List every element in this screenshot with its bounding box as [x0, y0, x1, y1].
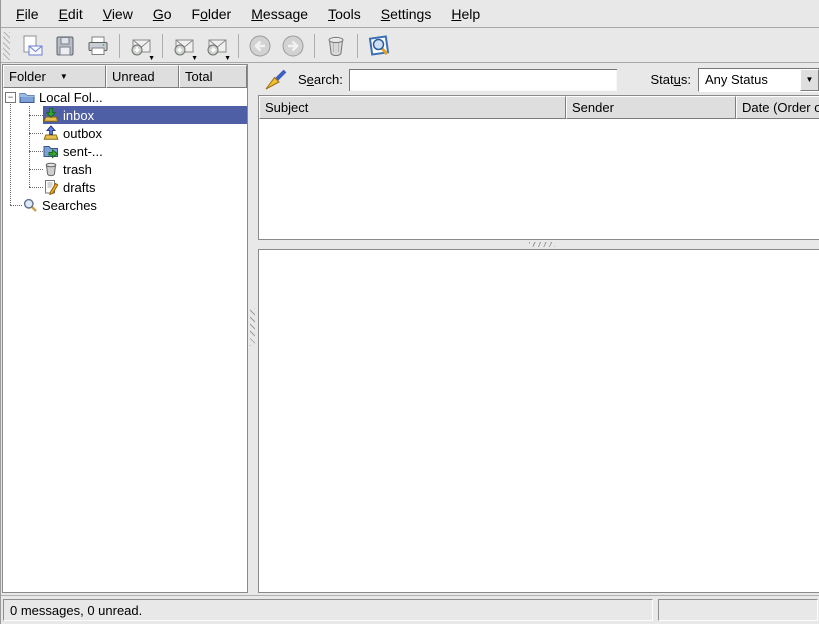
back-icon: [247, 33, 273, 59]
column-label: Sender: [572, 100, 614, 115]
menu-bar: File Edit View Go Folder Message Tools S…: [1, 0, 819, 28]
folder-column-header-folder[interactable]: Folder ▼: [3, 65, 106, 88]
folder-column-header-total[interactable]: Total: [179, 65, 247, 88]
column-label: Unread: [112, 69, 155, 84]
folder-label: Searches: [42, 198, 97, 213]
check-mail-button[interactable]: ▼: [126, 31, 156, 61]
message-preview-pane[interactable]: [258, 249, 819, 593]
folder-label: drafts: [63, 180, 96, 195]
trash-button[interactable]: [321, 31, 351, 61]
trash-icon: [43, 161, 59, 177]
toolbar-separator: [119, 34, 120, 58]
tree-item-sent[interactable]: sent-...: [3, 142, 247, 160]
column-header-date[interactable]: Date (Order of Arrival): [736, 96, 819, 119]
status-extra-panel: [658, 599, 818, 621]
toolbar-separator: [162, 34, 163, 58]
column-label: Date (Order of Arrival): [742, 100, 819, 115]
menu-go[interactable]: Go: [144, 2, 181, 26]
menu-message[interactable]: Message: [242, 2, 317, 26]
folder-column-headers: Folder ▼ Unread Total: [3, 65, 247, 88]
folder-pane: Folder ▼ Unread Total −: [2, 64, 248, 593]
folder-label: inbox: [63, 108, 94, 123]
forward-message-button[interactable]: ▼: [202, 31, 232, 61]
menu-tools[interactable]: Tools: [319, 2, 370, 26]
menu-help[interactable]: Help: [442, 2, 489, 26]
status-dropdown-value: Any Status: [699, 69, 800, 91]
print-button[interactable]: [83, 31, 113, 61]
chevron-down-icon: ▼: [148, 55, 155, 62]
search-icon: [22, 197, 38, 213]
column-label: Folder: [9, 69, 46, 84]
save-icon: [53, 34, 77, 58]
search-input[interactable]: [349, 69, 617, 91]
tree-item-inbox[interactable]: inbox: [3, 106, 247, 124]
folder-tree: − Local Fol... inbox: [3, 88, 247, 592]
trash-icon: [324, 34, 348, 58]
clear-search-button[interactable]: [258, 68, 292, 92]
search-label: Search:: [298, 72, 343, 87]
folder-column-header-unread[interactable]: Unread: [106, 65, 179, 88]
splitter-grip: [529, 242, 555, 247]
folder-label: trash: [63, 162, 92, 177]
chevron-down-icon: ▼: [191, 55, 198, 62]
outbox-icon: [43, 125, 59, 141]
vertical-splitter[interactable]: [248, 64, 258, 593]
forward-nav-button[interactable]: [278, 31, 308, 61]
folder-label: Local Fol...: [39, 90, 103, 105]
new-message-button[interactable]: [17, 31, 47, 61]
tree-item-drafts[interactable]: drafts: [3, 178, 247, 196]
collapse-expander-icon[interactable]: −: [5, 92, 16, 103]
sort-arrow-icon: ▼: [60, 72, 68, 81]
toolbar-separator: [314, 34, 315, 58]
save-button[interactable]: [50, 31, 80, 61]
splitter-grip: [250, 308, 255, 346]
menu-file[interactable]: File: [7, 2, 48, 26]
main-toolbar: ▼ ▼ ▼: [1, 29, 819, 63]
new-message-icon: [20, 34, 44, 58]
toolbar-separator: [238, 34, 239, 58]
quick-search-bar: Search: Status: Any Status ▼: [258, 64, 819, 95]
status-message-panel: 0 messages, 0 unread.: [3, 599, 653, 621]
folder-label: sent-...: [63, 144, 103, 159]
column-header-sender[interactable]: Sender: [566, 96, 736, 119]
print-icon: [86, 34, 110, 58]
message-column-headers: Subject Sender Date (Order of Arrival): [259, 96, 819, 119]
chevron-down-icon: ▼: [224, 55, 231, 62]
find-messages-button[interactable]: [364, 31, 394, 61]
message-list-body[interactable]: [259, 119, 819, 239]
menu-edit[interactable]: Edit: [50, 2, 92, 26]
column-header-subject[interactable]: Subject: [259, 96, 566, 119]
tree-item-searches[interactable]: Searches: [3, 196, 247, 214]
reply-button[interactable]: ▼: [169, 31, 199, 61]
menu-settings[interactable]: Settings: [372, 2, 441, 26]
sent-icon: [43, 143, 59, 159]
message-list[interactable]: Subject Sender Date (Order of Arrival): [258, 95, 819, 240]
chevron-down-icon[interactable]: ▼: [800, 69, 819, 91]
status-dropdown[interactable]: Any Status ▼: [698, 68, 819, 92]
inbox-icon: [43, 107, 59, 123]
menu-view[interactable]: View: [94, 2, 142, 26]
toolbar-separator: [357, 34, 358, 58]
tree-item-outbox[interactable]: outbox: [3, 124, 247, 142]
drafts-icon: [43, 179, 59, 195]
tree-item-local-folders[interactable]: − Local Fol...: [3, 88, 247, 106]
find-messages-icon: [366, 33, 392, 59]
column-label: Total: [185, 69, 212, 84]
horizontal-splitter[interactable]: [258, 240, 819, 249]
clear-broom-icon: [262, 68, 288, 92]
status-message: 0 messages, 0 unread.: [10, 603, 142, 618]
folder-blue-icon: [19, 89, 35, 105]
back-button[interactable]: [245, 31, 275, 61]
status-bar: 0 messages, 0 unread.: [1, 595, 819, 624]
status-label: Status:: [651, 72, 691, 87]
tree-item-trash[interactable]: trash: [3, 160, 247, 178]
kmail-window: File Edit View Go Folder Message Tools S…: [0, 0, 819, 624]
toolbar-grip[interactable]: [3, 32, 10, 60]
column-label: Subject: [265, 100, 308, 115]
forward-nav-icon: [280, 33, 306, 59]
folder-label: outbox: [63, 126, 102, 141]
menu-folder[interactable]: Folder: [183, 2, 241, 26]
